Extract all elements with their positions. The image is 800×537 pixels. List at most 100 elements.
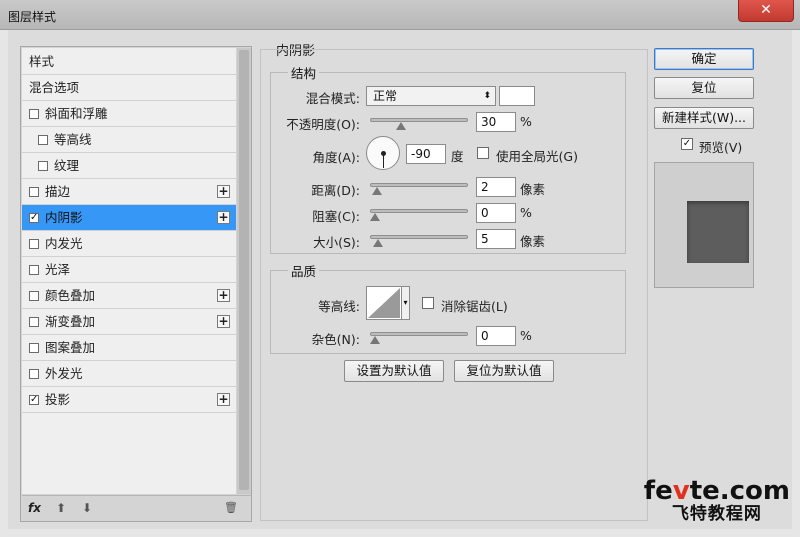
style-checkbox[interactable] xyxy=(29,265,39,275)
move-down-icon[interactable]: ⬇ xyxy=(82,501,92,515)
style-list-item[interactable]: 纹理 xyxy=(22,153,236,179)
style-list-item[interactable]: 外发光 xyxy=(22,361,236,387)
contour-picker[interactable] xyxy=(366,286,402,320)
style-list-item[interactable]: 描边 + xyxy=(22,179,236,205)
style-list-item[interactable]: 颜色叠加 + xyxy=(22,283,236,309)
close-button[interactable]: ✕ xyxy=(738,0,794,22)
style-checkbox[interactable] xyxy=(38,161,48,171)
distance-unit: 像素 xyxy=(520,182,546,197)
style-list-label: 渐变叠加 xyxy=(45,314,96,329)
style-list-item[interactable]: 渐变叠加 + xyxy=(22,309,236,335)
angle-input[interactable]: -90 xyxy=(406,144,446,164)
choke-label: 阻塞(C): xyxy=(312,209,360,224)
check-icon: ✓ xyxy=(682,138,692,149)
style-list-label: 内发光 xyxy=(45,236,83,251)
style-list-label: 投影 xyxy=(45,392,71,407)
style-checkbox[interactable] xyxy=(29,291,39,301)
noise-slider-knob[interactable] xyxy=(370,336,380,344)
chevron-down-icon[interactable]: ▾ xyxy=(402,286,410,320)
blend-mode-value: 正常 xyxy=(373,89,398,103)
style-list-item[interactable]: ✓ 投影 + xyxy=(22,387,236,413)
list-scrollbar[interactable] xyxy=(237,48,251,494)
style-list-label: 光泽 xyxy=(45,262,71,277)
close-icon: ✕ xyxy=(760,2,772,18)
style-list-item[interactable]: 光泽 xyxy=(22,257,236,283)
style-list-label: 描边 xyxy=(45,184,71,199)
preview-panel xyxy=(654,162,754,288)
style-checkbox[interactable] xyxy=(29,317,39,327)
noise-label: 杂色(N): xyxy=(311,332,360,347)
choke-slider-knob[interactable] xyxy=(370,213,380,221)
choke-unit: % xyxy=(520,205,532,220)
choke-slider[interactable] xyxy=(370,209,468,221)
distance-slider-knob[interactable] xyxy=(371,187,382,195)
style-list-item[interactable]: 混合选项 xyxy=(22,75,236,101)
antialias-checkbox[interactable] xyxy=(422,297,434,309)
size-slider[interactable] xyxy=(370,235,468,247)
opacity-input[interactable]: 30 xyxy=(476,112,516,132)
style-list-label: 颜色叠加 xyxy=(45,288,96,303)
angle-dial[interactable] xyxy=(366,136,400,170)
watermark-cn: 飞特教程网 xyxy=(671,504,762,524)
size-unit: 像素 xyxy=(520,234,546,249)
style-list-label: 内阴影 xyxy=(45,210,83,225)
shadow-color-swatch[interactable] xyxy=(499,86,535,106)
layer-style-dialog: 样式 混合选项斜面和浮雕等高线 纹理描边 + ✓ 内阴影 + 内发光光泽颜色叠加 + 渐变叠加 + 图… xyxy=(8,30,792,529)
new-style-button[interactable]: 新建样式(W)... xyxy=(654,107,754,129)
noise-unit: % xyxy=(520,328,532,343)
style-list-item[interactable]: 内发光 xyxy=(22,231,236,257)
quality-title: 品质 xyxy=(288,261,320,280)
blend-mode-select[interactable]: 正常 ⬍ xyxy=(366,86,496,106)
trash-icon[interactable]: 🗑 xyxy=(224,501,238,514)
style-checkbox[interactable] xyxy=(29,343,39,353)
style-checkbox[interactable] xyxy=(29,239,39,249)
preview-swatch xyxy=(687,201,749,263)
style-list-item[interactable]: 图案叠加 xyxy=(22,335,236,361)
distance-input[interactable]: 2 xyxy=(476,177,516,197)
scrollbar-thumb[interactable] xyxy=(239,50,249,490)
reset-button[interactable]: 复位 xyxy=(654,77,754,99)
structure-title: 结构 xyxy=(288,63,320,82)
watermark-text-a: fe xyxy=(643,476,673,506)
style-checkbox[interactable] xyxy=(29,109,39,119)
watermark-text-v: v xyxy=(672,476,690,506)
style-checkbox[interactable] xyxy=(29,187,39,197)
style-list-label: 斜面和浮雕 xyxy=(45,106,108,121)
distance-slider[interactable] xyxy=(370,183,468,195)
style-checkbox[interactable] xyxy=(38,135,48,145)
global-light-checkbox[interactable] xyxy=(477,147,489,159)
fx-icon[interactable]: fx xyxy=(28,501,41,515)
style-checkbox[interactable] xyxy=(29,369,39,379)
style-checkbox[interactable]: ✓ xyxy=(29,395,39,405)
add-effect-icon[interactable]: + xyxy=(217,211,230,224)
choke-input[interactable]: 0 xyxy=(476,203,516,223)
opacity-slider[interactable] xyxy=(370,118,468,130)
opacity-unit: % xyxy=(520,114,532,129)
angle-center xyxy=(381,151,386,156)
preview-checkbox[interactable]: ✓ xyxy=(681,138,693,150)
contour-label: 等高线: xyxy=(318,299,360,314)
style-list-item[interactable]: 样式 xyxy=(22,49,236,75)
style-list-item[interactable]: 斜面和浮雕 xyxy=(22,101,236,127)
move-up-icon[interactable]: ⬆ xyxy=(56,501,66,515)
opacity-slider-knob[interactable] xyxy=(396,122,407,130)
set-default-button[interactable]: 设置为默认值 xyxy=(344,360,444,382)
contour-curve-icon xyxy=(368,288,400,318)
add-effect-icon[interactable]: + xyxy=(217,289,230,302)
ok-button[interactable]: 确定 xyxy=(654,48,754,70)
noise-input[interactable]: 0 xyxy=(476,326,516,346)
title-bar: 图层样式 ✕ xyxy=(0,0,800,30)
style-list-item[interactable]: ✓ 内阴影 + xyxy=(22,205,236,231)
add-effect-icon[interactable]: + xyxy=(217,315,230,328)
add-effect-icon[interactable]: + xyxy=(217,393,230,406)
reset-default-button[interactable]: 复位为默认值 xyxy=(454,360,554,382)
style-list-item[interactable]: 等高线 xyxy=(22,127,236,153)
antialias-label: 消除锯齿(L) xyxy=(441,299,508,314)
size-input[interactable]: 5 xyxy=(476,229,516,249)
size-slider-knob[interactable] xyxy=(372,239,383,247)
style-checkbox[interactable]: ✓ xyxy=(29,213,39,223)
style-list: 样式 混合选项斜面和浮雕等高线 纹理描边 + ✓ 内阴影 + 内发光光泽颜色叠加 + 渐变叠加 + 图… xyxy=(22,48,236,494)
blend-mode-label: 混合模式: xyxy=(305,91,360,106)
add-effect-icon[interactable]: + xyxy=(217,185,230,198)
noise-slider[interactable] xyxy=(370,332,468,344)
